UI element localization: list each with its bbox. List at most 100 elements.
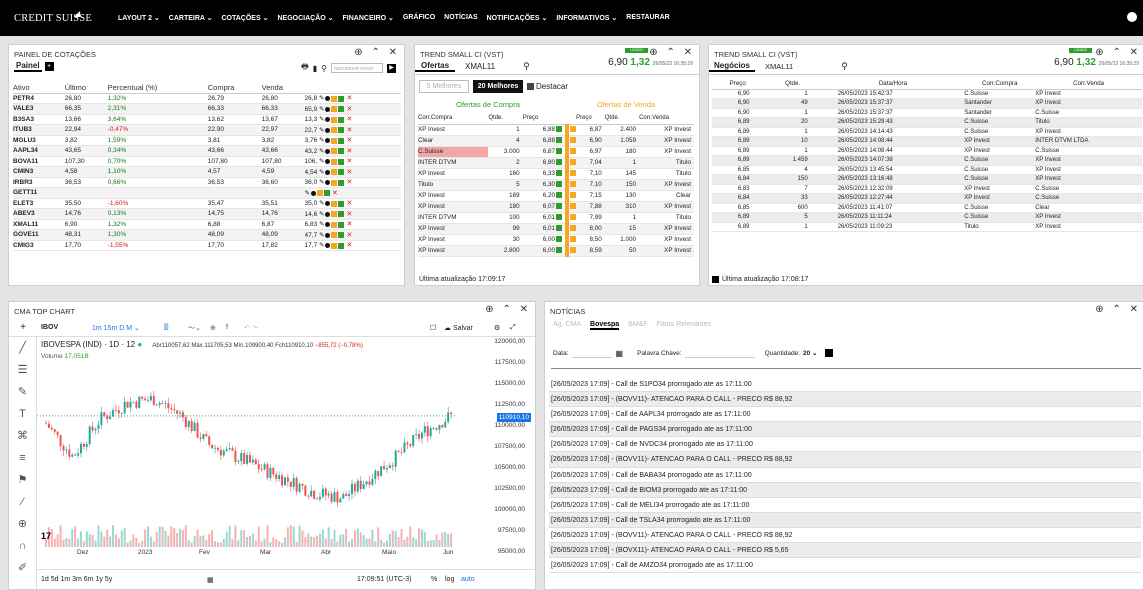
menu-cotacoes[interactable]: COTAÇÕES ⌄ <box>222 14 269 22</box>
table-row[interactable]: 6,90 1 26/05/2023 15:42:37 C.Suisse XP Inves… <box>712 89 1142 99</box>
news-item[interactable]: [26/05/2023 17:09] - (BOVV11)- ATENCAO P… <box>549 392 1141 408</box>
table-row[interactable]: CMIG3 17,70 -1,55% 17,70 17,82 17,7 ✎ ✕ <box>13 240 401 251</box>
table-row[interactable]: XP Invest 169 6,20 7,15 130 Clear <box>418 190 694 202</box>
order-icon[interactable] <box>331 242 338 249</box>
calendar-icon[interactable]: ▦ <box>616 349 624 358</box>
column-header[interactable]: Último <box>64 82 108 94</box>
table-row[interactable]: 6,89 1 26/05/2023 14:14:43 C.Suisse XP Inves… <box>712 127 1142 137</box>
buy-icon[interactable] <box>556 236 563 243</box>
menu-informativos[interactable]: INFORMATIVOS ⌄ <box>556 14 617 22</box>
horizontal-lines-icon[interactable]: ☰ <box>9 359 36 381</box>
news-item[interactable]: [26/05/2023 17:09] - Call de AAPL34 pror… <box>549 407 1141 423</box>
table-row[interactable]: C.Suisse 3.000 6,87 6,97 180 XP Invest <box>418 146 694 158</box>
order-icon[interactable] <box>331 95 338 102</box>
column-header[interactable]: Percentual (%) <box>107 82 208 94</box>
menu-restaurar[interactable]: RESTAURAR <box>626 14 669 22</box>
edit-icon[interactable]: ✎ <box>317 179 324 186</box>
buy-icon[interactable] <box>556 148 563 155</box>
buy-icon[interactable] <box>338 211 345 218</box>
info-icon[interactable] <box>325 106 331 112</box>
column-header[interactable]: Venda <box>261 82 305 94</box>
table-row[interactable]: 6,85 600 26/05/2023 11:41:07 C.Suisse Clear <box>712 203 1142 213</box>
sell-icon[interactable] <box>571 181 577 188</box>
highlight-checkbox[interactable]: Destacar <box>527 82 568 91</box>
buy-icon[interactable] <box>338 137 345 144</box>
trendline-icon[interactable]: ╱ <box>9 337 36 359</box>
table-row[interactable]: 6,89 1 26/05/2023 14:08:44 XP Invest C.Suiss… <box>712 146 1142 156</box>
table-row[interactable]: XMAL11 6,90 1,32% 6,88 6,87 6,83 ✎ ✕ <box>13 219 401 230</box>
news-item[interactable]: [26/05/2023 17:09] - Call de NVDC34 pror… <box>549 437 1141 453</box>
buy-icon[interactable] <box>338 95 345 102</box>
buy-icon[interactable] <box>556 225 563 232</box>
tab-ofertas[interactable]: Ofertas <box>415 61 456 72</box>
remove-icon[interactable]: ✕ <box>346 116 352 123</box>
buy-icon[interactable] <box>556 192 563 199</box>
edit-icon[interactable]: ✎ <box>317 148 324 155</box>
save-button[interactable]: ☁ Salvar <box>444 324 494 332</box>
log-toggle[interactable]: log <box>445 576 461 583</box>
sell-icon[interactable] <box>571 148 577 155</box>
sell-icon[interactable] <box>571 236 577 243</box>
remove-icon[interactable]: ✕ <box>346 137 352 144</box>
sell-icon[interactable] <box>571 203 577 210</box>
table-row[interactable]: 6,89 10 26/05/2023 14:08:44 XP Invest INTER … <box>712 136 1142 147</box>
magnet-icon[interactable]: ∩ <box>9 535 36 557</box>
table-row[interactable]: 6,89 20 26/05/2023 15:29:43 C.Suisse Titulo <box>712 117 1142 128</box>
table-row[interactable]: ELET3 35,50 -1,60% 35,47 35,51 35,0 ✎ ✕ <box>13 198 401 209</box>
table-row[interactable]: 6,89 1 26/05/2023 11:09:23 Titulo XP Invest <box>712 222 1142 232</box>
edit-icon[interactable]: ✎ <box>305 190 310 197</box>
table-row[interactable]: 6,84 33 26/05/2023 12:27:44 XP Invest C.Suis… <box>712 193 1142 204</box>
remove-icon[interactable]: ✕ <box>346 158 352 165</box>
settings-icon[interactable]: ⚙ <box>494 324 510 332</box>
pattern-icon[interactable]: ⌘ <box>9 425 36 447</box>
remove-icon[interactable]: ✕ <box>332 190 338 197</box>
text-icon[interactable]: T <box>9 403 36 425</box>
order-icon[interactable] <box>331 221 338 228</box>
table-row[interactable]: 6,84 150 26/05/2023 13:16:48 C.Suisse XP Inv… <box>712 174 1142 185</box>
candles-icon[interactable]: ⫿⫿ <box>164 324 188 332</box>
buy-icon[interactable] <box>556 159 563 166</box>
menu-financeiro[interactable]: FINANCEIRO ⌄ <box>343 14 394 22</box>
buy-icon[interactable] <box>338 169 345 176</box>
info-icon[interactable] <box>325 96 331 102</box>
edit-icon[interactable]: ✎ <box>317 116 324 123</box>
edit-icon[interactable]: ✎ <box>317 169 324 176</box>
brush-icon[interactable]: ✎ <box>9 381 36 403</box>
edit-icon[interactable]: ✎ <box>317 200 324 207</box>
tab-fatos-relevantes[interactable]: Fatos Relevantes <box>657 321 711 330</box>
undo-redo-icons[interactable]: ↶ ↷ <box>244 324 270 332</box>
user-avatar-icon[interactable] <box>1127 12 1137 22</box>
remove-icon[interactable]: ✕ <box>346 232 352 239</box>
calendar-icon[interactable]: ▦ <box>207 576 357 584</box>
table-row[interactable]: XP Invest 180 6,07 7,88 310 XP Invest <box>418 201 694 213</box>
menu-layout[interactable]: LAYOUT 2 ⌄ <box>118 14 160 22</box>
top5-button[interactable]: 5 Melhores <box>419 80 469 93</box>
news-item[interactable]: [26/05/2023 17:09] - Call de BIOM3 prorr… <box>549 482 1141 498</box>
news-item[interactable]: [26/05/2023 17:09] - Call de PAGS34 pror… <box>549 422 1141 438</box>
order-icon[interactable] <box>331 158 338 165</box>
edit-icon[interactable]: ✎ <box>317 242 324 249</box>
fib-icon[interactable]: ≡ <box>9 447 36 469</box>
buy-icon[interactable] <box>556 203 563 210</box>
buy-icon[interactable] <box>338 127 345 134</box>
top20-button[interactable]: 20 Melhores <box>473 80 523 93</box>
table-row[interactable]: 6,90 1 26/05/2023 15:37:37 Santander C.Suiss… <box>712 108 1142 118</box>
order-icon[interactable] <box>331 232 338 239</box>
table-row[interactable]: IRBR3 36,53 0,66% 36,53 36,60 36,0 ✎ ✕ <box>13 177 401 188</box>
zoom-icon[interactable]: ⊕ <box>9 513 36 535</box>
info-icon[interactable] <box>325 222 331 228</box>
remove-icon[interactable]: ✕ <box>346 148 352 155</box>
percent-toggle[interactable]: % <box>431 576 445 583</box>
remove-icon[interactable]: ✕ <box>346 221 352 228</box>
order-icon[interactable] <box>331 137 338 144</box>
auto-toggle[interactable]: auto <box>461 576 481 583</box>
sell-icon[interactable] <box>571 247 577 254</box>
table-row[interactable]: MGLU3 3,82 1,59% 3,81 3,82 3,76 ✎ ✕ <box>13 135 401 146</box>
table-row[interactable]: ABEV3 14,76 0,13% 14,75 14,76 14,6 ✎ ✕ <box>13 208 401 220</box>
table-row[interactable]: AAPL34 43,65 0,34% 43,66 43,66 43,2 ✎ ✕ <box>13 145 401 157</box>
table-row[interactable]: XP Invest 99 6,01 8,00 15 XP Invest <box>418 223 694 235</box>
symbol-field[interactable]: IBOV <box>37 324 92 331</box>
column-header[interactable] <box>304 82 401 94</box>
buy-icon[interactable] <box>338 242 345 249</box>
edit-icon[interactable]: ✎ <box>317 127 324 134</box>
